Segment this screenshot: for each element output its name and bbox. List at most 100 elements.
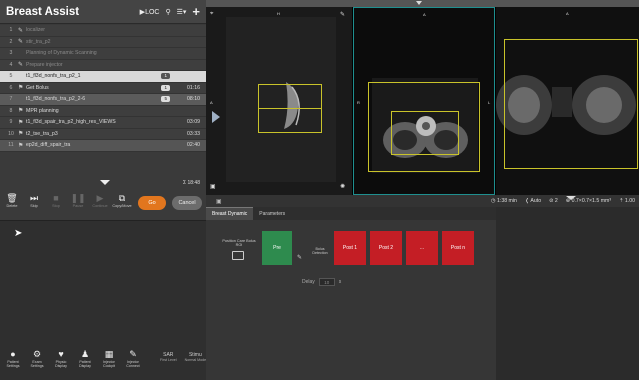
copy-move-button[interactable]: ⧉ Copy/Move <box>112 192 131 208</box>
expand-arrow-icon[interactable] <box>566 196 576 200</box>
stop-button[interactable]: ■ Stop <box>48 192 64 208</box>
protocol-row[interactable]: 9 ⚑ t1_fl3d_spair_tra_p2_high_res_VIEWS 03:… <box>0 117 206 129</box>
row-number: 7 <box>9 96 13 103</box>
viewport-sagittal[interactable]: H A ⌖ ✎ ▣ ✺ <box>206 7 352 195</box>
patient-settings-button[interactable]: ● Patient Settings <box>4 348 22 368</box>
protocol-list: 1 ✎ localizer 2 ✎ stir_tra_p2 3 Planning of Dyn… <box>0 25 212 152</box>
row-time: 02:40 <box>187 142 200 149</box>
row-name: ep2d_diff_spair_tra <box>26 142 71 149</box>
protocol-row[interactable]: 5 t1_fl3d_nonfs_tra_p2_1 1 <box>0 71 212 83</box>
post2-block[interactable]: Post 2 <box>370 231 402 265</box>
protocol-panel: Breast Assist ▶LOC ⚲ ☰▾ + 1 ✎ localizer 2 ✎ s… <box>0 0 212 380</box>
postn-block[interactable]: Post n <box>442 231 474 265</box>
continue-icon: ▶ <box>96 193 104 203</box>
row-number: 5 <box>9 73 13 80</box>
protocol-row[interactable]: 10 ⚑ t2_tse_tra_p3 03:33 <box>0 128 206 140</box>
tab-breast-dynamic[interactable]: Breast Dynamic <box>206 207 254 220</box>
exam-settings-button[interactable]: ⚙ Exam Settings <box>28 348 46 368</box>
protocol-row[interactable]: 8 ⚑ MPR planning <box>0 105 206 117</box>
screen: Breast Assist ▶LOC ⚲ ☰▾ + 1 ✎ localizer 2 ✎ s… <box>0 0 639 380</box>
layout-icon[interactable]: ▣ <box>210 183 216 190</box>
row-number: 3 <box>9 50 13 57</box>
delay-input[interactable]: 10 <box>318 278 335 286</box>
dynamic-scheme: Position Care Bolus ROI Pre ✎ Bolus Dete… <box>206 227 496 377</box>
timeline-marker-icon <box>100 180 110 185</box>
physio-display-button[interactable]: ♥ Physio Display <box>52 348 70 368</box>
patient-display-button[interactable]: ♟ Patient Display <box>76 348 94 368</box>
measure-count-badge: 5 <box>161 96 170 103</box>
menu-icon[interactable]: ☰▾ <box>177 8 187 16</box>
tab-parameters[interactable]: Parameters <box>253 207 291 220</box>
runner-icon: ⚑ <box>18 131 24 138</box>
delay-control: Delay 10 s <box>302 278 341 286</box>
scan-time: ◷ 1:38 min <box>491 198 517 204</box>
row-number: 10 <box>8 130 14 137</box>
protocol-row[interactable]: 11 ⚑ ep2d_diff_spair_tra 02:40 <box>0 140 206 152</box>
viewport-coronal[interactable]: A <box>496 7 639 195</box>
delete-button[interactable]: 🗑 Delete <box>4 192 20 208</box>
pen-icon[interactable]: ✎ <box>340 11 345 18</box>
row-name: t1_fl3d_spair_tra_p2_high_res_VIEWS <box>26 119 116 126</box>
camera-icon[interactable]: ▣ <box>216 198 222 205</box>
settings-icon[interactable]: ✺ <box>340 183 345 190</box>
protocol-row[interactable]: 3 Planning of Dynamic Scanning <box>0 48 206 60</box>
post1-block[interactable]: Post 1 <box>334 231 366 265</box>
protocol-row[interactable]: 4 ✎ Prepare injector <box>0 59 206 71</box>
crosshair-icon[interactable]: ⌖ <box>210 11 213 18</box>
protocol-row[interactable]: 2 ✎ stir_tra_p2 <box>0 36 206 48</box>
pause-button[interactable]: ❚❚ Pause <box>70 192 86 208</box>
syringe-icon: ✎ <box>129 349 137 359</box>
go-button[interactable]: Go <box>138 196 166 210</box>
row-number: 9 <box>9 119 13 126</box>
row-number: 8 <box>9 107 13 114</box>
row-name: t2_tse_tra_p3 <box>26 130 58 137</box>
protocol-row[interactable]: 6 ⚑ Get Bolus 1 01:16 <box>0 82 206 94</box>
position-label: Position Care Bolus ROI <box>222 239 256 248</box>
runner-icon: ⚑ <box>18 85 24 92</box>
auto-mode[interactable]: ❬ Auto <box>525 198 541 204</box>
runner-icon: ⚑ <box>18 108 24 115</box>
row-name: Prepare injector <box>26 61 63 68</box>
runner-icon: ⚑ <box>18 119 24 126</box>
measure-count-badge: 1 <box>161 73 170 80</box>
parameter-card: Breast Dynamic Parameters Position Care … <box>206 207 496 380</box>
continue-button[interactable]: ▶ Continue <box>92 192 108 208</box>
row-name: MPR planning <box>26 107 59 114</box>
loc-button[interactable]: ▶LOC <box>140 8 160 16</box>
heart-icon: ♥ <box>58 349 64 359</box>
position-roi-icon[interactable] <box>232 251 244 260</box>
app-title: Breast Assist <box>6 5 80 18</box>
row-name: t1_fl3d_nonfs_tra_p2_2-6 <box>26 96 86 103</box>
injector-connect-button[interactable]: ✎ Injector Connect <box>124 348 142 368</box>
person-icon: ♟ <box>80 349 90 359</box>
stop-icon: ■ <box>53 193 59 203</box>
skip-button[interactable]: ⏭ Skip <box>26 192 42 208</box>
protocol-row[interactable]: 1 ✎ localizer <box>0 25 206 37</box>
sar-indicator: SAR First Level Stimu Normal Mode <box>160 352 207 362</box>
row-name: Get Bolus <box>26 84 49 91</box>
wrench-icon: ✎ <box>18 27 24 34</box>
viewer-top-strip <box>206 0 639 7</box>
tool-icon[interactable]: ⚲ <box>165 8 170 16</box>
collapse-arrow-icon[interactable] <box>416 1 422 5</box>
copy-icon: ⧉ <box>118 193 126 203</box>
injector-cockpit-button[interactable]: ▦ Injector Cockpit <box>100 348 118 368</box>
add-icon[interactable]: + <box>192 4 200 19</box>
row-number: 2 <box>9 38 13 45</box>
runner-icon: ⚑ <box>18 142 24 149</box>
fov-box-coronal[interactable] <box>504 39 638 169</box>
bolus-detection-label: Bolus Detection <box>312 247 328 255</box>
row-name: Planning of Dynamic Scanning <box>26 50 97 57</box>
roi-box-axial[interactable] <box>391 111 459 155</box>
gear-icon: ⚙ <box>32 349 42 359</box>
protocol-row[interactable]: 7 t1_fl3d_nonfs_tra_p2_2-6 5 08:10 <box>0 94 206 106</box>
ellipsis-block[interactable]: ... <box>406 231 438 265</box>
pre-block[interactable]: Pre <box>262 231 292 265</box>
measure-count-badge: 1 <box>161 84 170 91</box>
row-number: 11 <box>8 142 14 149</box>
cancel-button[interactable]: Cancel <box>172 196 202 210</box>
patient-icon: ● <box>10 349 16 359</box>
viewport-axial-active[interactable]: A R L <box>353 7 495 195</box>
grid-icon: ▦ <box>104 349 114 359</box>
trash-icon: 🗑 <box>6 193 18 203</box>
